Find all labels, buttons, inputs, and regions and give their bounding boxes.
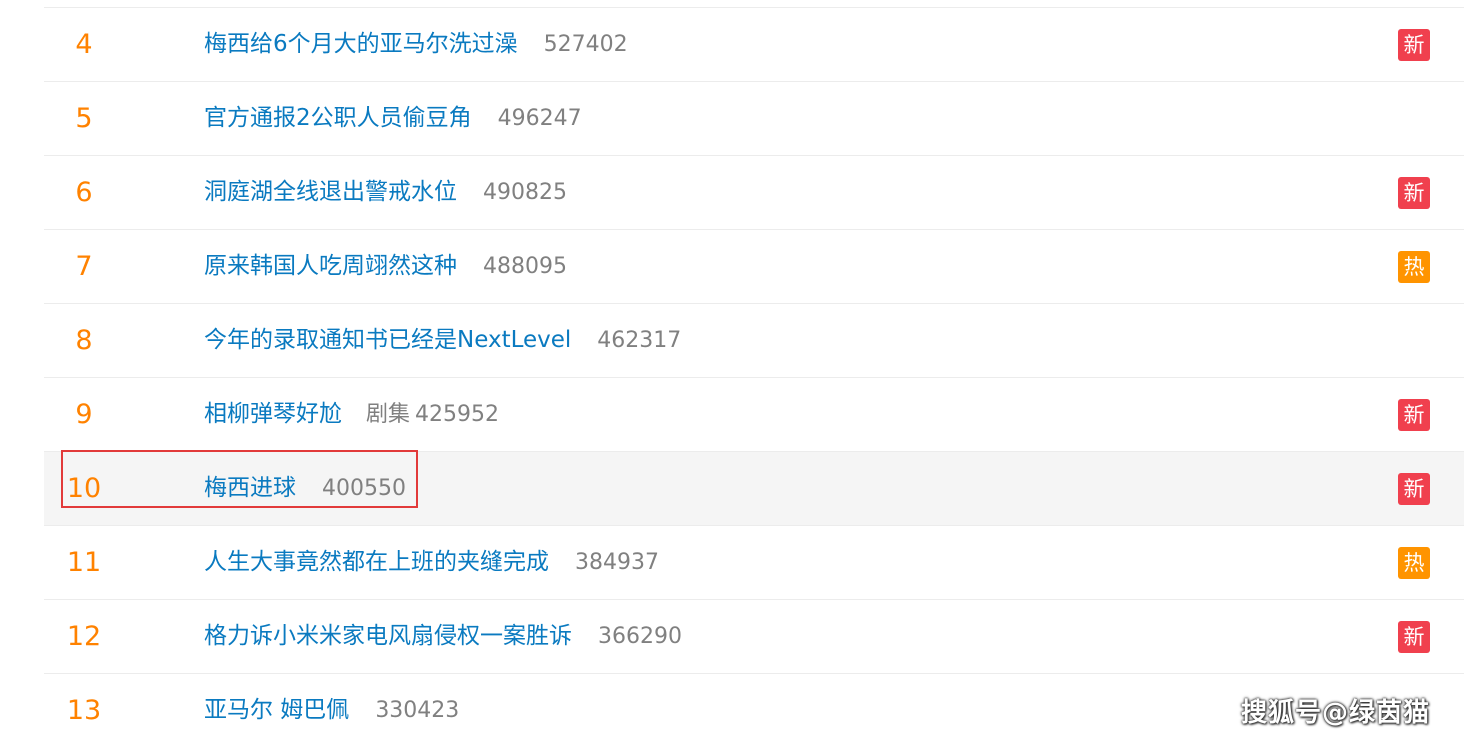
row-content: 梅西给6个月大的亚马尔洗过澡 527402	[204, 8, 628, 81]
list-item[interactable]: 8 今年的录取通知书已经是NextLevel 462317	[44, 304, 1464, 378]
rank-number: 12	[66, 621, 102, 652]
row-content: 原来韩国人吃周翊然这种 488095	[204, 230, 567, 303]
heat-count: 366290	[598, 624, 682, 649]
list-item[interactable]: 5 官方通报2公职人员偷豆角 496247	[44, 82, 1464, 156]
rank-number: 13	[66, 695, 102, 726]
red-highlight-frame	[61, 450, 418, 508]
rank-number: 7	[75, 251, 93, 282]
rank-number: 11	[66, 547, 102, 578]
new-badge: 新	[1398, 399, 1430, 431]
list-item[interactable]: 12 格力诉小米米家电风扇侵权一案胜诉 366290 新	[44, 600, 1464, 674]
list-item[interactable]: 11 人生大事竟然都在上班的夹缝完成 384937 热	[44, 526, 1464, 600]
rank-number: 5	[75, 103, 93, 134]
rank-number: 8	[75, 325, 93, 356]
heat-count: 330423	[375, 698, 460, 723]
topic-link[interactable]: 亚马尔 姆巴佩	[204, 697, 349, 723]
new-badge: 新	[1398, 473, 1430, 505]
list-item[interactable]: 9 相柳弹琴好尬 剧集 425952 新	[44, 378, 1464, 452]
watermark: 搜狐号@绿茵猫	[1240, 698, 1430, 728]
new-badge: 新	[1398, 29, 1430, 61]
list-item[interactable]: 7 原来韩国人吃周翊然这种 488095 热	[44, 230, 1464, 304]
heat-count: 496247	[497, 106, 582, 131]
hot-badge: 热	[1398, 547, 1430, 579]
heat-count: 462317	[597, 328, 682, 353]
hot-badge: 热	[1398, 251, 1430, 283]
heat-count: 490825	[483, 180, 567, 205]
hot-search-list: 4 梅西给6个月大的亚马尔洗过澡 527402 新 5 官方通报2公职人员偷豆角 4…	[44, 7, 1464, 747]
topic-link[interactable]: 格力诉小米米家电风扇侵权一案胜诉	[204, 623, 572, 649]
row-content: 亚马尔 姆巴佩 330423	[204, 674, 459, 747]
list-item[interactable]: 6 洞庭湖全线退出警戒水位 490825 新	[44, 156, 1464, 230]
heat-count: 488095	[483, 254, 567, 279]
topic-link[interactable]: 梅西给6个月大的亚马尔洗过澡	[204, 31, 518, 57]
new-badge: 新	[1398, 621, 1430, 653]
row-content: 相柳弹琴好尬 剧集 425952	[204, 378, 499, 451]
heat-count: 527402	[543, 32, 628, 57]
row-content: 格力诉小米米家电风扇侵权一案胜诉 366290	[204, 600, 682, 673]
rank-number: 9	[75, 399, 93, 430]
topic-link[interactable]: 官方通报2公职人员偷豆角	[204, 105, 472, 131]
topic-link[interactable]: 原来韩国人吃周翊然这种	[204, 253, 457, 279]
topic-link[interactable]: 人生大事竟然都在上班的夹缝完成	[204, 549, 549, 575]
heat-count: 425952	[415, 402, 499, 427]
rank-number: 6	[75, 177, 93, 208]
row-content: 人生大事竟然都在上班的夹缝完成 384937	[204, 526, 659, 599]
list-item[interactable]: 4 梅西给6个月大的亚马尔洗过澡 527402 新	[44, 8, 1464, 82]
topic-link[interactable]: 今年的录取通知书已经是NextLevel	[204, 327, 571, 353]
row-content: 洞庭湖全线退出警戒水位 490825	[204, 156, 567, 229]
rank-number: 4	[75, 29, 93, 60]
heat-count: 384937	[575, 550, 659, 575]
row-content: 官方通报2公职人员偷豆角 496247	[204, 82, 582, 155]
row-content: 今年的录取通知书已经是NextLevel 462317	[204, 304, 681, 377]
new-badge: 新	[1398, 177, 1430, 209]
topic-link[interactable]: 洞庭湖全线退出警戒水位	[204, 179, 457, 205]
category-label: 剧集	[366, 402, 411, 427]
topic-link[interactable]: 相柳弹琴好尬	[204, 401, 342, 427]
